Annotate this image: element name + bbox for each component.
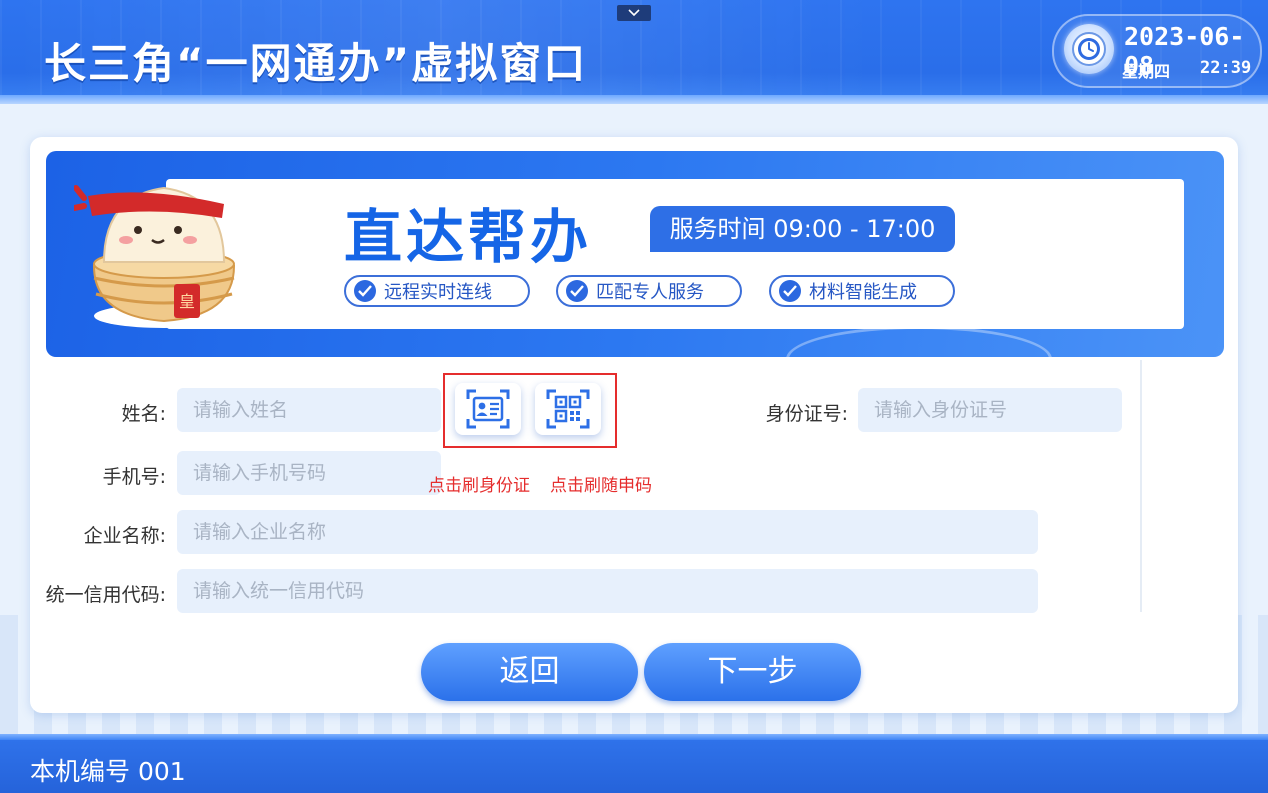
qr-code-icon bbox=[546, 389, 590, 429]
feature-badge-remote: 远程实时连线 bbox=[344, 275, 530, 307]
scan-qr-code-button[interactable] bbox=[535, 383, 601, 435]
id-number-label: 身份证号: bbox=[765, 403, 848, 425]
chevron-down-icon bbox=[628, 9, 640, 17]
phone-input[interactable] bbox=[177, 451, 441, 495]
scan-qr-code-label: 点击刷随申码 bbox=[550, 476, 652, 496]
feature-badge-label: 远程实时连线 bbox=[384, 282, 492, 303]
name-input[interactable] bbox=[177, 388, 441, 432]
company-input[interactable] bbox=[177, 510, 1038, 554]
datetime-display: 2023-06-08 星期四 22:39 bbox=[1052, 14, 1262, 88]
header-divider bbox=[0, 95, 1268, 104]
feature-badge-materials: 材料智能生成 bbox=[769, 275, 955, 307]
clock-icon bbox=[1064, 24, 1114, 74]
next-step-button[interactable]: 下一步 bbox=[644, 643, 861, 701]
feature-badge-label: 材料智能生成 bbox=[809, 282, 917, 303]
check-icon bbox=[779, 280, 801, 302]
check-icon bbox=[354, 280, 376, 302]
credit-code-input[interactable] bbox=[177, 569, 1038, 613]
app-title: 长三角“一网通办”虚拟窗口 bbox=[44, 39, 588, 88]
banner-title: 直达帮办 bbox=[344, 203, 593, 271]
svg-text:皇: 皇 bbox=[179, 292, 195, 311]
credit-code-label: 统一信用代码: bbox=[45, 584, 166, 606]
id-card-icon bbox=[466, 389, 510, 429]
collapse-toggle[interactable] bbox=[617, 5, 651, 21]
name-label: 姓名: bbox=[121, 403, 166, 425]
scan-id-card-button[interactable] bbox=[455, 383, 521, 435]
footer-bar bbox=[0, 740, 1268, 793]
feature-badge-match: 匹配专人服务 bbox=[556, 275, 742, 307]
current-time: 22:39 bbox=[1200, 58, 1252, 78]
phone-label: 手机号: bbox=[102, 466, 166, 488]
feature-badge-label: 匹配专人服务 bbox=[596, 282, 704, 303]
scan-id-card-label: 点击刷身份证 bbox=[428, 476, 530, 496]
check-icon bbox=[566, 280, 588, 302]
id-number-input[interactable] bbox=[858, 388, 1122, 432]
banner-decoration bbox=[786, 326, 1052, 357]
machine-number: 本机编号 001 bbox=[30, 757, 186, 786]
company-label: 企业名称: bbox=[83, 525, 166, 547]
form-divider bbox=[1140, 360, 1142, 612]
current-weekday: 星期四 bbox=[1122, 62, 1171, 81]
mascot-image: 皇 bbox=[74, 185, 236, 328]
back-button[interactable]: 返回 bbox=[421, 643, 638, 701]
service-hours-badge: 服务时间 09:00 - 17:00 bbox=[650, 206, 955, 252]
